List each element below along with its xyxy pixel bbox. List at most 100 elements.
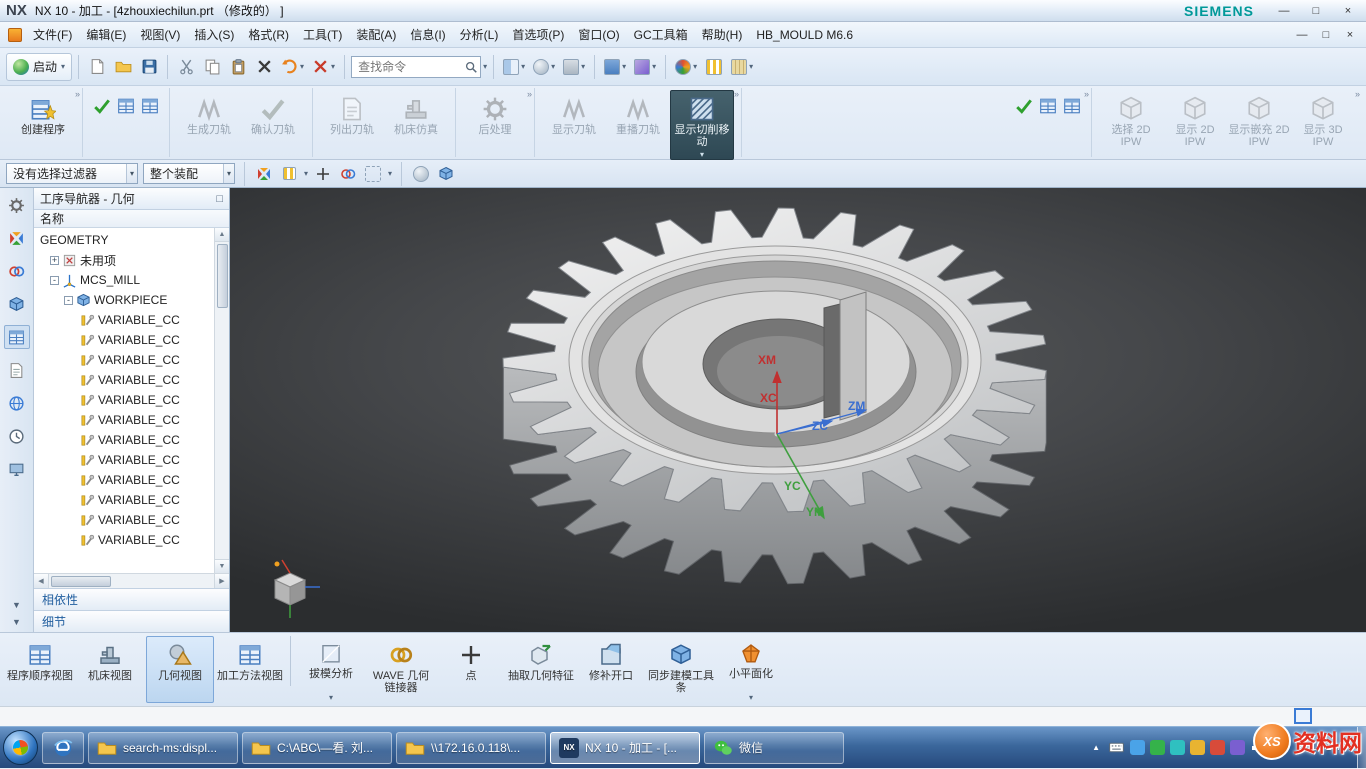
tree-row[interactable]: VARIABLE_CC: [34, 510, 214, 530]
show-cut-moves-button[interactable]: 显示切削移动 ▾: [670, 90, 734, 160]
navigator-column-header[interactable]: 名称: [34, 210, 229, 228]
operation-navigator-icon[interactable]: [4, 325, 30, 349]
web-browser-icon[interactable]: [4, 391, 30, 415]
expand-icon[interactable]: +: [50, 256, 59, 265]
details-section[interactable]: 细节: [34, 610, 229, 632]
tray-blue-app-icon[interactable]: [1130, 740, 1145, 755]
open-button[interactable]: [111, 54, 135, 80]
tree-row[interactable]: VARIABLE_CC: [34, 450, 214, 470]
menu-hb-mould[interactable]: HB_MOULD M6.6: [749, 24, 860, 46]
tree-row[interactable]: VARIABLE_CC: [34, 530, 214, 550]
tree-row[interactable]: VARIABLE_CC: [34, 490, 214, 510]
new-file-button[interactable]: [85, 54, 109, 80]
chevron-down-icon[interactable]: ▾: [483, 62, 487, 71]
child-restore-button[interactable]: □: [1314, 27, 1338, 43]
menu-gc-toolbox[interactable]: GC工具箱: [627, 22, 695, 47]
wave-linker-button[interactable]: WAVE 几何链接器: [367, 636, 435, 703]
taskbar-folder-abc[interactable]: C:\ABC\—看. 刘...: [242, 732, 392, 764]
taskbar-folder-network[interactable]: \\172.16.0.118\...: [396, 732, 546, 764]
app-menu-icon[interactable]: [8, 28, 22, 42]
menu-view[interactable]: 视图(V): [133, 22, 187, 47]
tree-row[interactable]: VARIABLE_CC: [34, 370, 214, 390]
patch-opening-button[interactable]: 修补开口: [577, 636, 645, 703]
scroll-left-icon[interactable]: ◀: [34, 574, 49, 588]
geometry-view-button[interactable]: 几何视图: [146, 636, 214, 703]
tree-row[interactable]: +未用项: [34, 250, 214, 270]
tree-row[interactable]: VARIABLE_CC: [34, 310, 214, 330]
chevron-down-icon[interactable]: ▾: [304, 169, 308, 178]
point-button[interactable]: 点: [437, 636, 505, 703]
tree-row[interactable]: VARIABLE_CC: [34, 350, 214, 370]
reuse-library-icon[interactable]: [4, 358, 30, 382]
group-chevron-icon[interactable]: »: [734, 89, 739, 99]
assembly-navigator-icon[interactable]: [4, 226, 30, 250]
tree-row[interactable]: VARIABLE_CC: [34, 410, 214, 430]
scroll-up-icon[interactable]: ▲: [215, 228, 229, 242]
tray-yellow-shield-icon[interactable]: [1190, 740, 1205, 755]
generate-toolpath-button[interactable]: 生成刀轨: [177, 90, 241, 154]
cut-button[interactable]: [174, 54, 198, 80]
tree-row[interactable]: -WORKPIECE: [34, 290, 214, 310]
create-program-button[interactable]: 创建程序: [11, 90, 75, 154]
show-3d-ipw-button[interactable]: 显示 3D IPW: [1291, 90, 1355, 154]
remove-button[interactable]: ▾: [309, 54, 338, 80]
tray-red-app-icon[interactable]: [1210, 740, 1225, 755]
view-orientation-triad[interactable]: [275, 560, 321, 618]
tray-green-app-icon[interactable]: [1150, 740, 1165, 755]
child-close-button[interactable]: ×: [1338, 27, 1362, 43]
snap-point-icon[interactable]: [279, 164, 299, 184]
tree-row[interactable]: VARIABLE_CC: [34, 330, 214, 350]
selection-filter-dropdown[interactable]: 没有选择过滤器 ▾: [6, 163, 138, 184]
scrollbar-thumb[interactable]: [217, 244, 228, 308]
shaded-sphere-button[interactable]: ▾: [530, 54, 558, 80]
graphics-viewport[interactable]: XM XC ZC ZM YC YM: [230, 188, 1366, 632]
dependencies-section[interactable]: 相依性: [34, 588, 229, 610]
scroll-right-icon[interactable]: ▶: [214, 574, 229, 588]
rectangle-select-icon[interactable]: [363, 164, 383, 184]
history-icon[interactable]: [4, 424, 30, 448]
operations-list-icon[interactable]: [114, 94, 138, 118]
delete-button[interactable]: [252, 54, 276, 80]
settings-gear-icon[interactable]: [4, 193, 30, 217]
menu-window[interactable]: 窗口(O): [571, 22, 626, 47]
group-chevron-icon[interactable]: »: [527, 89, 532, 99]
postprocess-button[interactable]: 后处理: [463, 90, 527, 154]
start-button[interactable]: [3, 730, 38, 765]
collapse-icon[interactable]: -: [50, 276, 59, 285]
machine-view-button[interactable]: 机床视图: [76, 636, 144, 703]
draft-analysis-button[interactable]: 拔模分析 ▾: [297, 636, 365, 703]
show-2d-ipw-button[interactable]: 显示 2D IPW: [1163, 90, 1227, 154]
visualization-icon[interactable]: [4, 457, 30, 481]
tree-row[interactable]: VARIABLE_CC: [34, 470, 214, 490]
tree-row[interactable]: VARIABLE_CC: [34, 390, 214, 410]
search-input[interactable]: [358, 60, 461, 74]
close-button[interactable]: ×: [1336, 3, 1360, 19]
copy-button[interactable]: [200, 54, 224, 80]
menu-assemblies[interactable]: 装配(A): [349, 22, 403, 47]
snap-grid-button[interactable]: [702, 54, 726, 80]
shaded-display-icon[interactable]: [411, 164, 431, 184]
menu-file[interactable]: 文件(F): [26, 22, 79, 47]
show-filled-2d-ipw-button[interactable]: 显示嵌充 2D IPW: [1227, 90, 1291, 154]
paste-button[interactable]: [226, 54, 250, 80]
translucent-cube-icon[interactable]: [436, 164, 456, 184]
save-button[interactable]: [137, 54, 161, 80]
collapse-icon[interactable]: -: [64, 296, 73, 305]
window-cascade-button[interactable]: ▾: [601, 54, 629, 80]
maximize-button[interactable]: □: [1304, 3, 1328, 19]
render-style-button[interactable]: ▾: [672, 54, 700, 80]
chevron-down-icon[interactable]: ▼: [12, 618, 21, 626]
scrollbar-thumb[interactable]: [51, 576, 111, 587]
generate-check-icon[interactable]: [90, 94, 114, 118]
search-icon[interactable]: [464, 60, 478, 74]
sync-modeling-button[interactable]: 同步建模工具条: [647, 636, 715, 703]
method-view-button[interactable]: 加工方法视图: [216, 636, 284, 703]
menu-format[interactable]: 格式(R): [241, 22, 296, 47]
measure-ruler-button[interactable]: ▾: [728, 54, 756, 80]
program-order-view-button[interactable]: 程序顺序视图: [6, 636, 74, 703]
menu-information[interactable]: 信息(I): [403, 22, 452, 47]
horizontal-scrollbar[interactable]: ◀ ▶: [34, 573, 229, 588]
constraint-navigator-icon[interactable]: [4, 259, 30, 283]
start-app-button[interactable]: 启动 ▾: [6, 53, 72, 81]
chevron-down-icon[interactable]: ▼: [12, 601, 21, 609]
